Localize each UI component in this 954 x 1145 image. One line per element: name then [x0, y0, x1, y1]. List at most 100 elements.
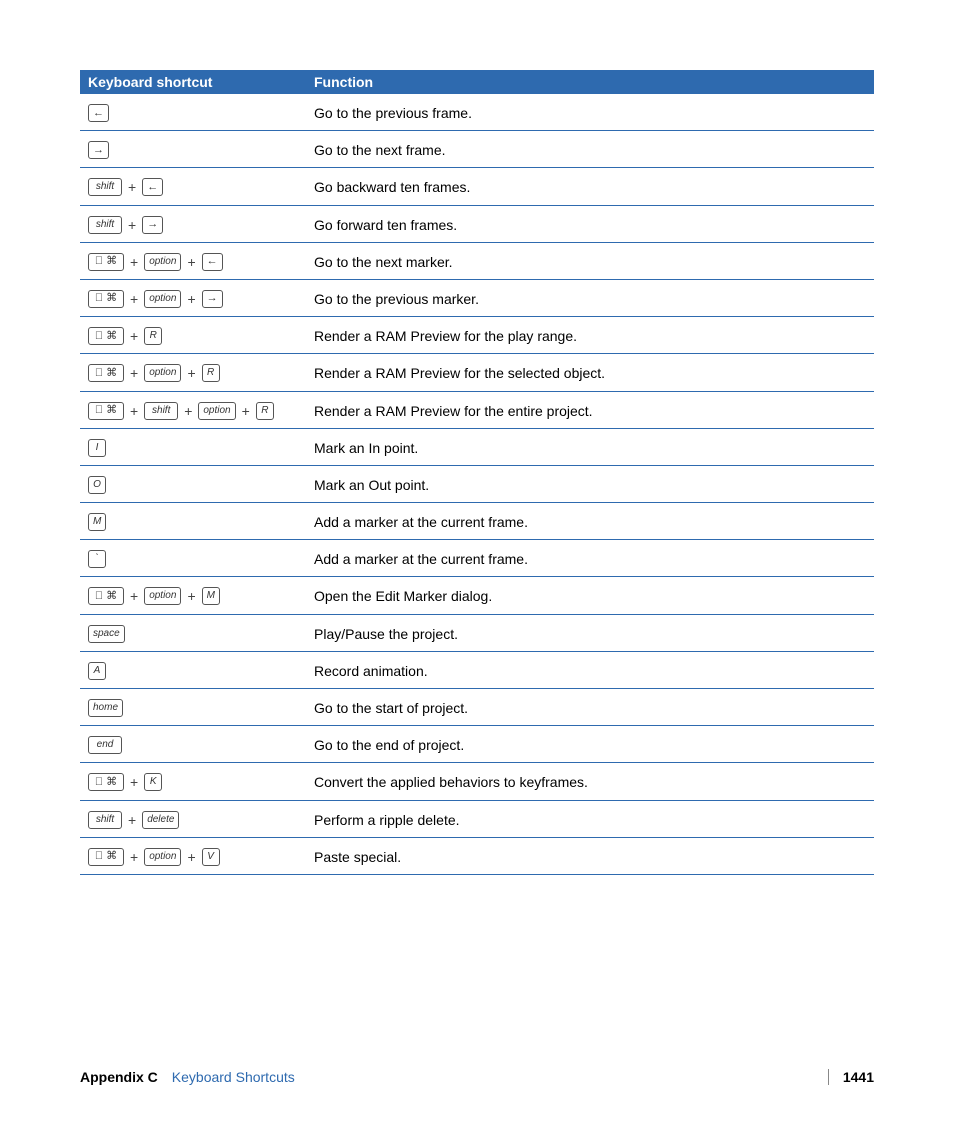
key-label: R	[261, 406, 268, 416]
function-cell: Go to the next frame.	[306, 131, 874, 168]
key-label: K	[150, 777, 157, 787]
key-sequence: space	[88, 625, 298, 643]
`-key: `	[88, 550, 106, 568]
shortcut-cell: ⌘+shift+option+R	[80, 391, 306, 428]
table-row: ⌘+option+VPaste special.	[80, 837, 874, 874]
arrow-icon: ←	[93, 108, 104, 119]
command-icon: ⌘	[106, 331, 117, 342]
function-cell: Go to the previous frame.	[306, 94, 874, 131]
function-cell: Render a RAM Preview for the play range.	[306, 317, 874, 354]
shortcut-cell: ⌘+R	[80, 317, 306, 354]
table-row: ARecord animation.	[80, 651, 874, 688]
delete-key: delete	[142, 811, 179, 829]
table-row: shift+←Go backward ten frames.	[80, 168, 874, 205]
command-key: ⌘	[88, 773, 124, 791]
command-icon: ⌘	[106, 256, 117, 267]
right-arrow-key: →	[88, 141, 109, 159]
shortcut-cell: →	[80, 131, 306, 168]
option-key: option	[144, 364, 181, 382]
function-cell: Add a marker at the current frame.	[306, 540, 874, 577]
table-row: ⌘+KConvert the applied behaviors to key…	[80, 763, 874, 800]
key-sequence: shift+→	[88, 216, 298, 234]
table-row: endGo to the end of project.	[80, 726, 874, 763]
function-cell: Go to the next marker.	[306, 242, 874, 279]
table-row: ⌘+option+MOpen the Edit Marker dialog.	[80, 577, 874, 614]
key-sequence: O	[88, 476, 298, 494]
shortcut-cell: shift+←	[80, 168, 306, 205]
command-icon: ⌘	[106, 293, 117, 304]
r-key: R	[202, 364, 220, 382]
arrow-icon: →	[147, 219, 158, 230]
option-key: option	[144, 587, 181, 605]
key-label: M	[93, 517, 101, 527]
table-row: → Go to the next frame.	[80, 131, 874, 168]
key-label: home	[93, 703, 118, 713]
command-icon: ⌘	[106, 777, 117, 788]
plus-separator: +	[182, 404, 194, 418]
right-arrow-key: →	[142, 216, 163, 234]
key-label: A	[94, 666, 101, 676]
key-label: shift	[152, 406, 170, 416]
header-function: Function	[306, 70, 874, 94]
apple-icon: 	[95, 851, 103, 862]
space-key: space	[88, 625, 125, 643]
plus-separator: +	[128, 329, 140, 343]
table-row: ⌘+option+←Go to the next marker.	[80, 242, 874, 279]
arrow-icon: ←	[147, 182, 158, 193]
a-key: A	[88, 662, 106, 680]
table-row: ⌘+RRender a RAM Preview for the play ra…	[80, 317, 874, 354]
shortcut-cell: I	[80, 428, 306, 465]
footer-left: Appendix C Keyboard Shortcuts	[80, 1069, 295, 1085]
left-arrow-key: ←	[202, 253, 223, 271]
key-sequence: ⌘+R	[88, 327, 298, 345]
shortcut-cell: end	[80, 726, 306, 763]
shift-key: shift	[88, 178, 122, 196]
home-key: home	[88, 699, 123, 717]
table-row: ⌘+shift+option+RRender a RAM Preview fo…	[80, 391, 874, 428]
option-key: option	[144, 290, 181, 308]
plus-separator: +	[128, 255, 140, 269]
plus-separator: +	[185, 589, 197, 603]
key-label: option	[149, 257, 176, 267]
end-key: end	[88, 736, 122, 754]
footer-title: Keyboard Shortcuts	[172, 1069, 295, 1085]
table-row: shift+delete Perform a ripple delete.	[80, 800, 874, 837]
table-row: shift+→ Go forward ten frames.	[80, 205, 874, 242]
key-sequence: end	[88, 736, 298, 754]
function-cell: Open the Edit Marker dialog.	[306, 577, 874, 614]
command-key: ⌘	[88, 402, 124, 420]
r-key: R	[144, 327, 162, 345]
key-sequence: ⌘+option+→	[88, 290, 298, 308]
arrow-icon: ←	[207, 256, 218, 267]
apple-icon: 	[95, 293, 103, 304]
key-label: M	[207, 591, 215, 601]
key-label: option	[203, 406, 230, 416]
k-key: K	[144, 773, 162, 791]
function-cell: Perform a ripple delete.	[306, 800, 874, 837]
shift-key: shift	[88, 811, 122, 829]
footer-page-number: 1441	[828, 1069, 874, 1085]
i-key: I	[88, 439, 106, 457]
plus-separator: +	[240, 404, 252, 418]
shortcut-cell: ⌘+option+←	[80, 242, 306, 279]
left-arrow-key: ←	[88, 104, 109, 122]
plus-separator: +	[128, 775, 140, 789]
key-label: option	[149, 591, 176, 601]
command-icon: ⌘	[106, 368, 117, 379]
shortcut-cell: O	[80, 465, 306, 502]
command-key: ⌘	[88, 364, 124, 382]
apple-icon: 	[95, 777, 103, 788]
option-key: option	[198, 402, 235, 420]
header-shortcut: Keyboard shortcut	[80, 70, 306, 94]
key-sequence: shift+delete	[88, 811, 298, 829]
function-cell: Go forward ten frames.	[306, 205, 874, 242]
shortcut-cell: ⌘ + K	[80, 763, 306, 800]
shortcut-cell: M	[80, 503, 306, 540]
shortcut-cell: ⌘+option+M	[80, 577, 306, 614]
key-label: shift	[96, 182, 114, 192]
key-label: option	[149, 294, 176, 304]
key-sequence: ⌘+option+M	[88, 587, 298, 605]
key-label: space	[93, 629, 120, 639]
key-sequence: `	[88, 550, 298, 568]
table-row: ⌘+option+→Go to the previous marker.	[80, 279, 874, 316]
